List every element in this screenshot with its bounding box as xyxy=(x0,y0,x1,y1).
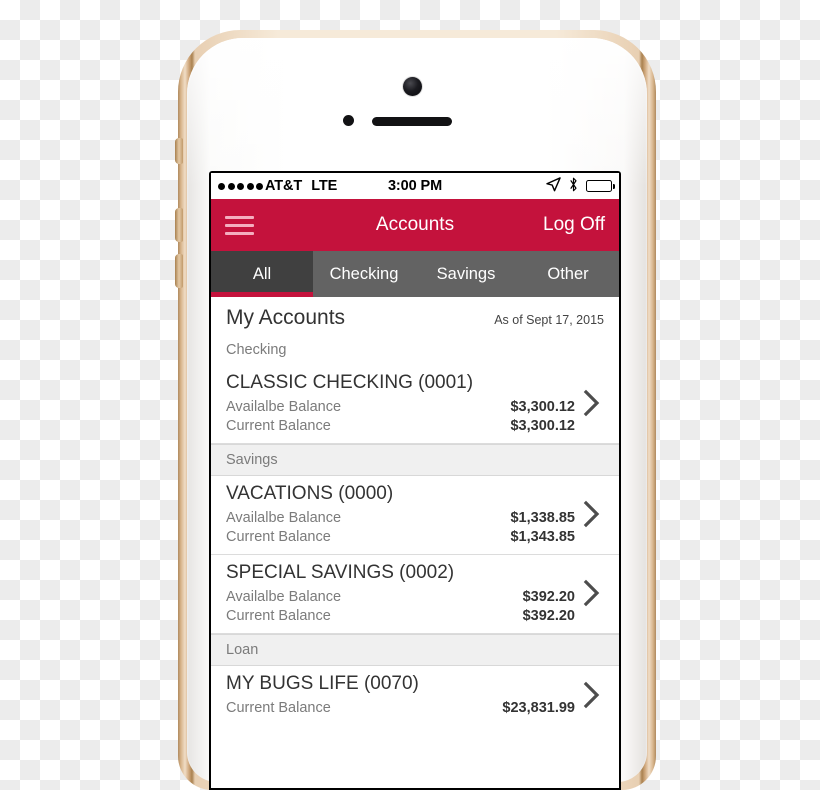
account-name: MY BUGS LIFE (0070) xyxy=(226,673,419,694)
silent-switch[interactable] xyxy=(175,138,183,164)
tab-savings[interactable]: Savings xyxy=(415,251,517,297)
signal-strength-icon xyxy=(218,182,263,190)
account-details: CLASSIC CHECKING (0001) Availalbe Balanc… xyxy=(226,372,575,434)
bluetooth-icon xyxy=(568,177,579,196)
account-name: VACATIONS (0000) xyxy=(226,483,394,504)
balance-label: Availalbe Balance xyxy=(226,399,342,415)
balance-line: Availalbe Balance $3,300.12 xyxy=(226,399,575,415)
balance-label: Availalbe Balance xyxy=(226,589,342,605)
balance-amount: $1,338.85 xyxy=(510,510,575,526)
hamburger-menu-icon[interactable] xyxy=(225,215,254,235)
phone-device: AT&T LTE 3:00 PM Accounts Log Off All Ch… xyxy=(175,30,656,790)
account-row-special-savings[interactable]: SPECIAL SAVINGS (0002) Availalbe Balance… xyxy=(211,555,619,634)
balance-line: Current Balance $3,300.12 xyxy=(226,418,575,434)
network-type-label: LTE xyxy=(311,178,338,194)
tab-all[interactable]: All xyxy=(211,251,313,297)
balance-amount: $1,343.85 xyxy=(510,529,575,545)
tab-bar: All Checking Savings Other xyxy=(211,251,619,297)
balance-label: Availalbe Balance xyxy=(226,510,342,526)
balance-line: Current Balance $1,343.85 xyxy=(226,529,575,545)
earpiece-speaker-icon xyxy=(372,117,452,126)
account-details: SPECIAL SAVINGS (0002) Availalbe Balance… xyxy=(226,562,575,624)
ambient-light-sensor-icon xyxy=(343,115,354,126)
tab-savings-label: Savings xyxy=(436,264,496,283)
screen-bezel: AT&T LTE 3:00 PM Accounts Log Off All Ch… xyxy=(209,171,621,790)
status-bar: AT&T LTE 3:00 PM xyxy=(211,173,619,199)
tab-other[interactable]: Other xyxy=(517,251,619,297)
section-header-loan: Loan xyxy=(211,634,619,666)
balance-amount: $3,300.12 xyxy=(510,399,575,415)
account-details: VACATIONS (0000) Availalbe Balance $1,33… xyxy=(226,483,575,545)
battery-icon xyxy=(586,180,616,192)
section-header-checking: Checking xyxy=(226,342,287,358)
volume-down-button[interactable] xyxy=(175,254,183,288)
account-row-vacations[interactable]: VACATIONS (0000) Availalbe Balance $1,33… xyxy=(211,476,619,555)
account-name: SPECIAL SAVINGS (0002) xyxy=(226,562,455,583)
front-camera-icon xyxy=(403,77,422,96)
chevron-right-icon[interactable] xyxy=(575,680,609,710)
tab-all-label: All xyxy=(252,264,272,283)
balance-amount: $23,831.99 xyxy=(502,700,575,716)
log-off-button[interactable]: Log Off xyxy=(543,214,605,236)
balance-amount: $3,300.12 xyxy=(510,418,575,434)
navigation-bar: Accounts Log Off xyxy=(211,199,619,251)
account-row-my-bugs-life[interactable]: MY BUGS LIFE (0070) Current Balance $23,… xyxy=(211,666,619,725)
accounts-heading: My Accounts xyxy=(226,306,346,329)
chevron-right-icon[interactable] xyxy=(575,578,609,608)
tab-checking[interactable]: Checking xyxy=(313,251,415,297)
accounts-header: My Accounts As of Sept 17, 2015 xyxy=(211,297,619,336)
section-header-savings: Savings xyxy=(211,444,619,476)
status-bar-clock: 3:00 PM xyxy=(387,178,443,194)
balance-amount: $392.20 xyxy=(522,589,575,605)
status-bar-right xyxy=(442,176,616,196)
chevron-right-icon[interactable] xyxy=(575,388,609,418)
volume-up-button[interactable] xyxy=(175,208,183,242)
carrier-label: AT&T xyxy=(265,178,303,194)
balance-label: Current Balance xyxy=(226,700,331,716)
balance-label: Current Balance xyxy=(226,418,331,434)
tab-other-label: Other xyxy=(547,264,589,283)
location-arrow-icon xyxy=(546,176,561,196)
balance-label: Current Balance xyxy=(226,529,331,545)
balance-amount: $392.20 xyxy=(522,608,575,624)
balance-line: Current Balance $392.20 xyxy=(226,608,575,624)
as-of-date: As of Sept 17, 2015 xyxy=(494,313,604,327)
chevron-right-icon[interactable] xyxy=(575,499,609,529)
account-details: MY BUGS LIFE (0070) Current Balance $23,… xyxy=(226,673,575,716)
phone-screen: AT&T LTE 3:00 PM Accounts Log Off All Ch… xyxy=(211,173,619,788)
account-name: CLASSIC CHECKING (0001) xyxy=(226,372,474,393)
status-bar-left: AT&T LTE xyxy=(218,178,388,194)
accounts-list[interactable]: My Accounts As of Sept 17, 2015 Checking… xyxy=(211,297,619,788)
balance-line: Availalbe Balance $1,338.85 xyxy=(226,510,575,526)
balance-line: Availalbe Balance $392.20 xyxy=(226,589,575,605)
account-row-classic-checking[interactable]: CLASSIC CHECKING (0001) Availalbe Balanc… xyxy=(211,365,619,444)
balance-line: Current Balance $23,831.99 xyxy=(226,700,575,716)
tab-checking-label: Checking xyxy=(329,264,399,283)
balance-label: Current Balance xyxy=(226,608,331,624)
